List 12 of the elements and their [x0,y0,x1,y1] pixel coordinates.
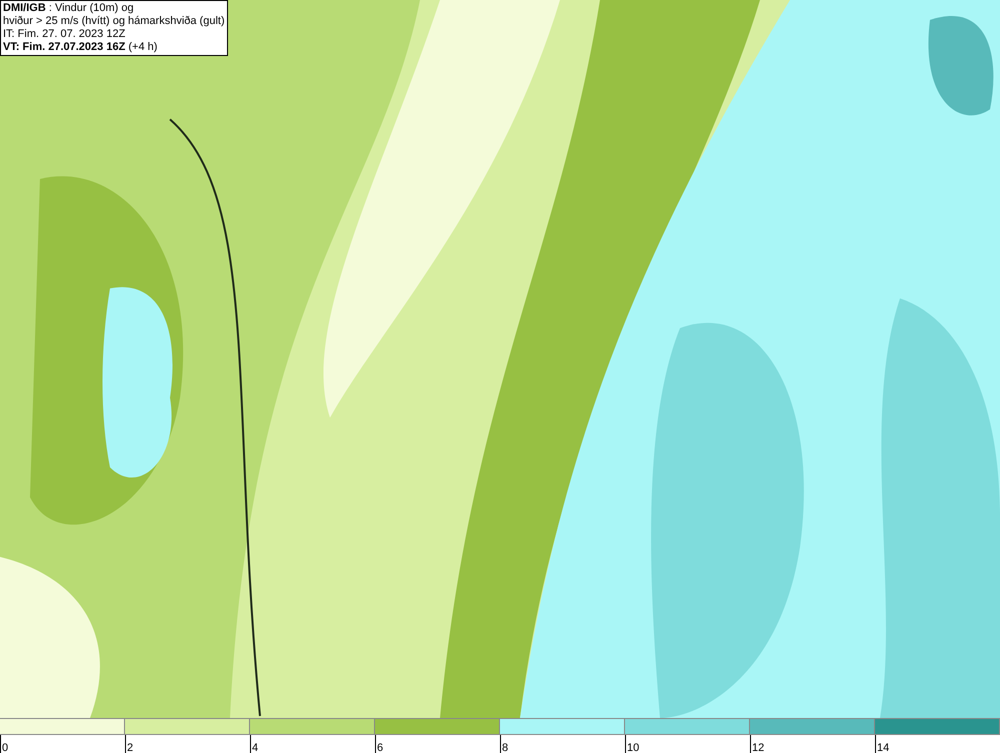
legend-label: 0 [1,741,8,753]
header-text: hviður > 25 m/s (hvítt) og hámarkshviða (gult) [3,15,225,28]
header-text: VT: Fim. 27.07.2023 16Z (+4 h) [3,41,158,54]
legend-label: 2 [126,741,134,753]
legend-label: 14 [876,741,890,753]
legend-label: 8 [501,741,508,753]
header-text: DMI/IGB : Vindur (10m) og [3,2,135,15]
legend-label: 4 [251,741,258,753]
legend-label: 12 [751,741,764,753]
legend-label: 6 [376,741,384,753]
header-text: IT: Fim. 27. 07. 2023 12Z [3,28,126,41]
legend-label: 10 [626,741,640,753]
